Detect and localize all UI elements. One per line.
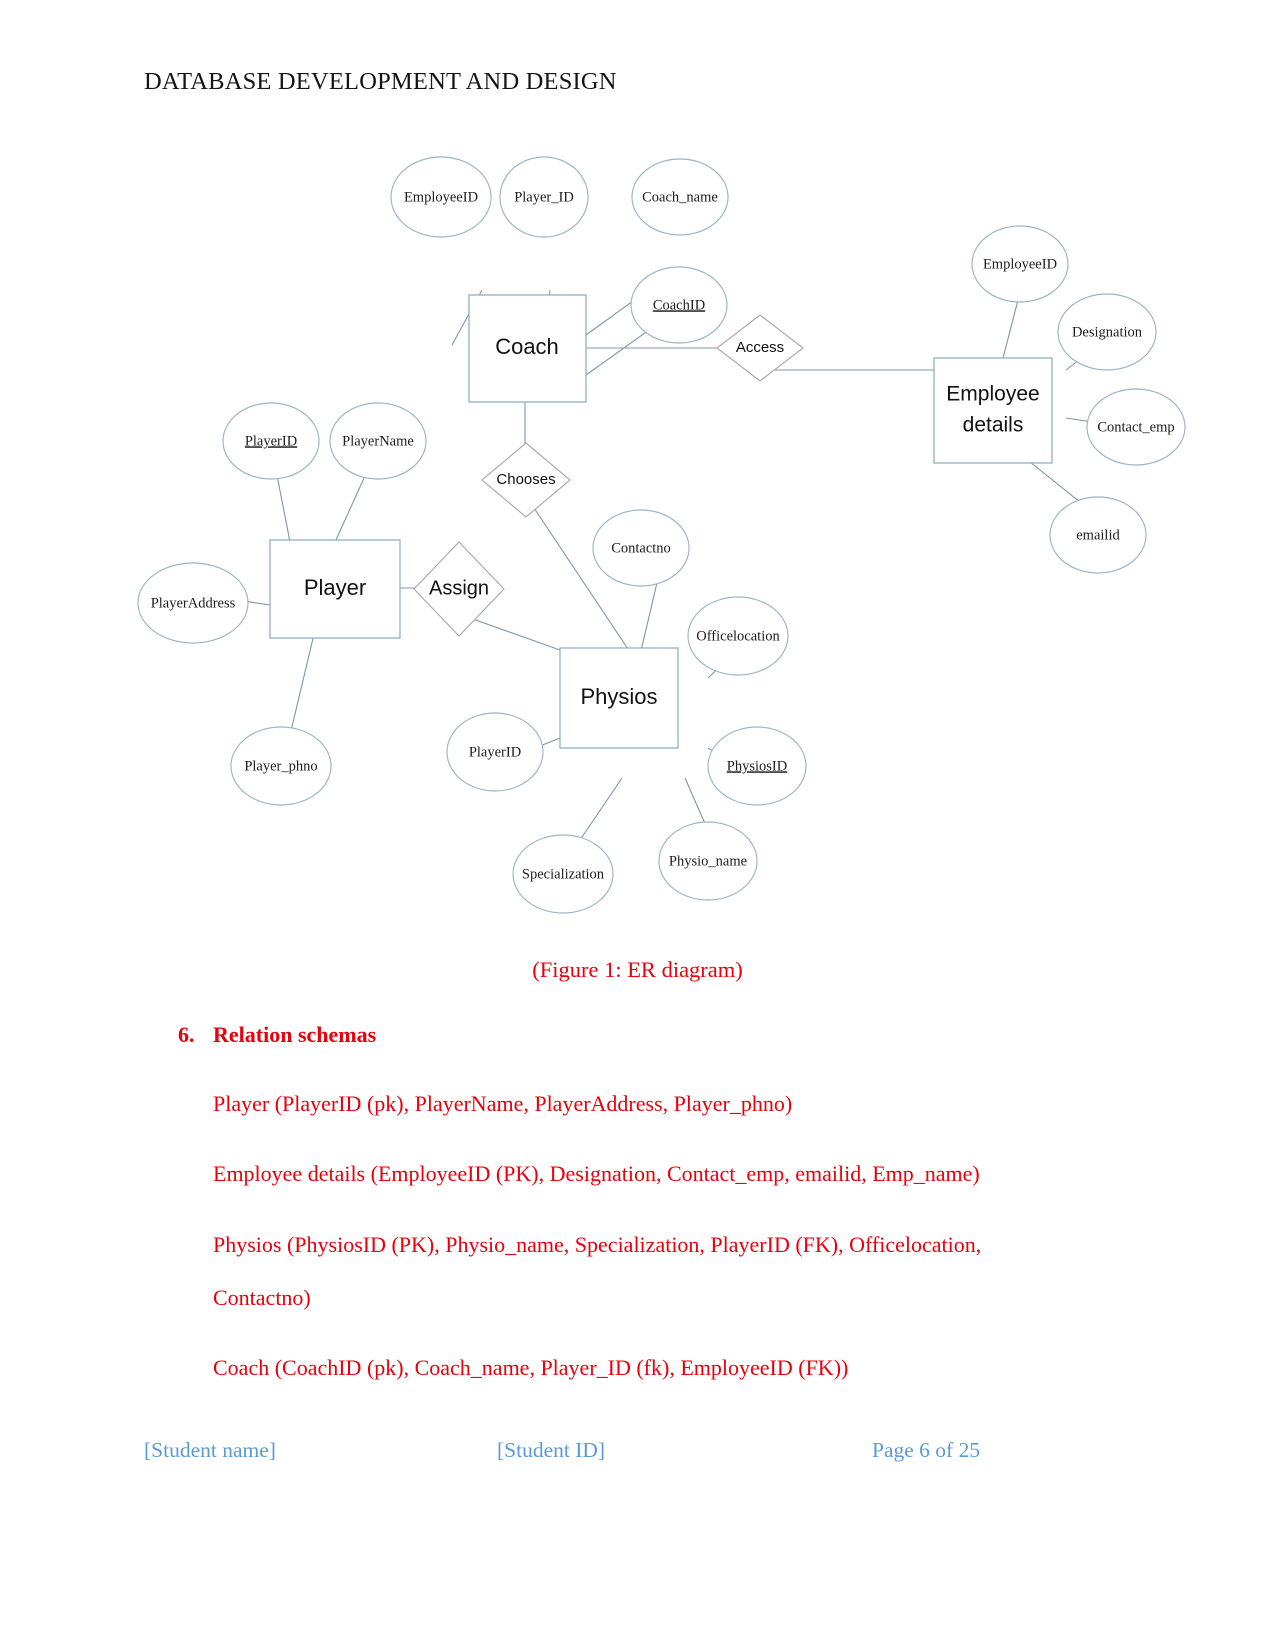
connector-employee-employeeid [1001, 299, 1019, 363]
attribute-label: Specialization [522, 866, 605, 882]
attribute-physios-specialization: Specialization [512, 834, 614, 914]
attribute-coach-player-id: Player_ID [499, 156, 589, 238]
attribute-label: PlayerName [342, 433, 414, 449]
footer-student-id: [Student ID] [497, 1438, 606, 1462]
attribute-physios-physiosid-key: PhysiosID [707, 726, 807, 806]
attribute-label: emailid [1076, 527, 1120, 543]
relationship-assign: Assign [413, 541, 505, 637]
attribute-player-playerid-key: PlayerID [222, 402, 320, 480]
attribute-player-phno: Player_phno [230, 726, 332, 806]
schema-line-player: Player (PlayerID (pk), PlayerName, Playe… [213, 1091, 793, 1116]
attribute-label: PlayerID [469, 744, 521, 760]
entity-employee-details: Employee details [933, 357, 1053, 464]
relationship-label: Chooses [496, 471, 555, 488]
attribute-coach-employeeid: EmployeeID [390, 156, 492, 238]
attribute-physios-physio-name: Physio_name [658, 821, 758, 901]
attribute-label: CoachID [653, 297, 705, 313]
attribute-label: Contact_emp [1097, 419, 1174, 435]
attribute-physios-contactno: Contactno [592, 509, 690, 587]
attribute-label: PlayerAddress [151, 595, 236, 611]
relation-schemas-section: 6. Relation schemas Player (PlayerID (pk… [0, 1022, 1275, 1380]
attribute-label: Physio_name [669, 853, 747, 869]
attribute-label: Player_ID [514, 189, 574, 205]
section-number: 6. [178, 1022, 195, 1047]
entity-physios: Physios [559, 647, 679, 749]
entity-coach: Coach [468, 294, 587, 403]
relationship-access: Access [716, 314, 804, 382]
relationship-label: Assign [429, 577, 489, 599]
schema-line-physios-continued: Contactno) [213, 1285, 311, 1310]
attribute-label: EmployeeID [983, 256, 1057, 272]
attribute-employee-employeeid: EmployeeID [971, 225, 1069, 303]
schema-line-physios: Physios (PhysiosID (PK), Physio_name, Sp… [213, 1232, 982, 1257]
attribute-employee-designation: Designation [1057, 293, 1157, 371]
relationship-label: Access [736, 339, 784, 356]
footer-student-name: [Student name] [144, 1438, 276, 1462]
figure-caption: (Figure 1: ER diagram) [532, 957, 743, 982]
section-heading: Relation schemas [213, 1022, 377, 1047]
attribute-label: Contactno [611, 540, 671, 556]
attribute-coach-coachid-key: CoachID [630, 266, 728, 344]
entity-player: Player [269, 539, 401, 639]
attribute-coach-coach-name: Coach_name [631, 158, 729, 236]
connector-player-phno [289, 629, 316, 736]
attribute-employee-emailid: emailid [1049, 496, 1147, 574]
entity-label: Coach [495, 334, 559, 359]
entity-label-line2: details [963, 414, 1024, 437]
connector-physios-specialization [579, 777, 623, 841]
attribute-physios-officelocation: Officelocation [687, 596, 789, 676]
attribute-player-address: PlayerAddress [137, 562, 249, 644]
attribute-employee-contact-emp: Contact_emp [1086, 388, 1186, 466]
section-heading-row: 6. Relation schemas [0, 1022, 1275, 1068]
attribute-label: Coach_name [642, 189, 718, 205]
attribute-label: Player_phno [244, 758, 317, 774]
entity-label-line1: Employee [946, 383, 1039, 406]
footer-page-number: Page 6 of 25 [872, 1438, 981, 1462]
attribute-label: PhysiosID [727, 758, 787, 774]
connector-assign-physios [469, 617, 561, 651]
attribute-label: Officelocation [696, 628, 780, 644]
schema-line-coach: Coach (CoachID (pk), Coach_name, Player_… [213, 1355, 849, 1380]
entity-label: Physios [580, 684, 657, 709]
document-page: DATABASE DEVELOPMENT AND DESIGN Employee… [0, 0, 1275, 1651]
attribute-label: PlayerID [245, 433, 297, 449]
relationship-chooses: Chooses [481, 442, 571, 518]
attribute-label: EmployeeID [404, 189, 478, 205]
document-header-title: DATABASE DEVELOPMENT AND DESIGN [144, 68, 617, 95]
attribute-physios-playerid: PlayerID [446, 712, 544, 792]
er-diagram-figure: EmployeeID Player_ID Coach_name CoachID … [130, 130, 1220, 940]
attribute-player-playername: PlayerName [329, 402, 427, 480]
attribute-label: Designation [1072, 324, 1143, 340]
document-footer: [Student name] [Student ID] Page 6 of 25 [144, 1438, 1134, 1478]
entity-label: Player [304, 575, 366, 600]
schema-line-employee-details: Employee details (EmployeeID (PK), Desig… [213, 1161, 980, 1186]
